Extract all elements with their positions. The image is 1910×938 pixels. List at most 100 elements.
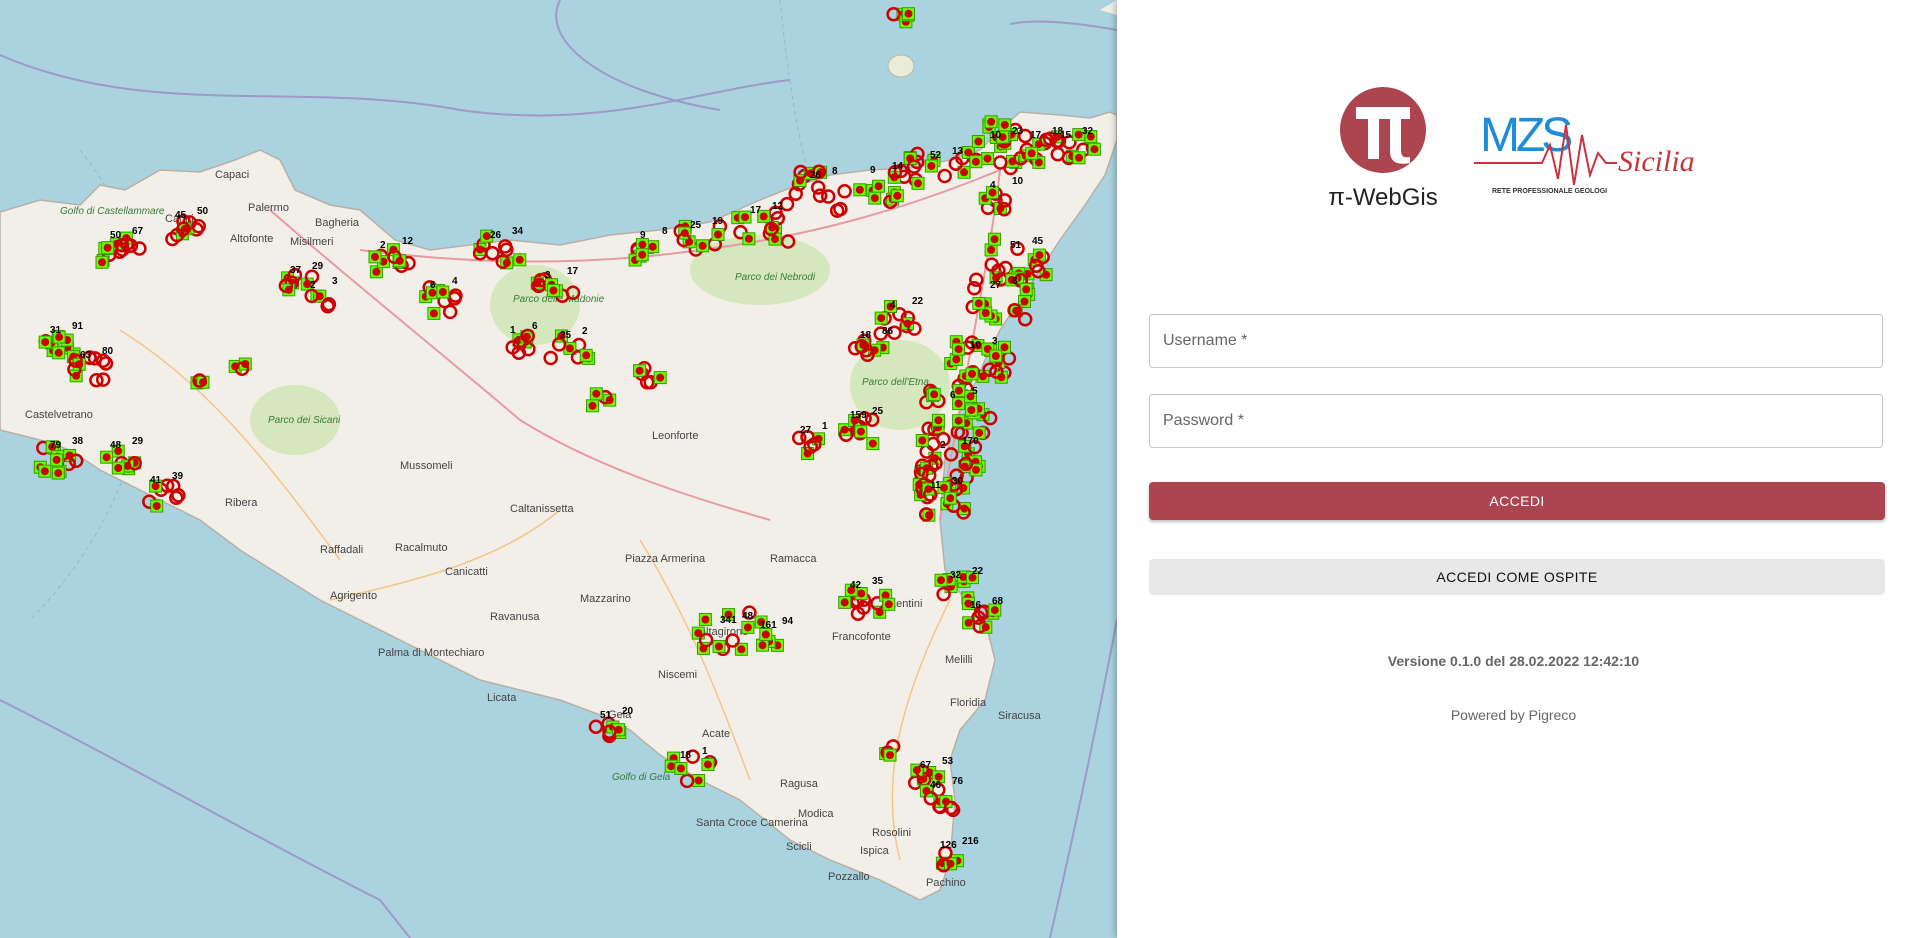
point-marker-dot — [1027, 149, 1036, 158]
cluster-count: 2 — [310, 280, 316, 291]
point-marker-dot — [429, 309, 438, 318]
cluster-count: 11 — [930, 480, 941, 491]
cluster-count: 53 — [942, 756, 954, 767]
cluster-count: 6 — [430, 280, 436, 291]
point-marker-dot — [954, 399, 963, 408]
point-marker-dot — [870, 194, 879, 203]
gulf-label: Golfo di Gela — [612, 772, 671, 783]
point-marker-dot — [930, 390, 939, 399]
cluster-count: 22 — [972, 566, 984, 577]
place-label: Santa Croce Camerina — [696, 817, 809, 829]
cluster-count: 126 — [940, 840, 957, 851]
map-canvas[interactable]: Palermo Bagheria Misilmeri Altofonte Cap… — [0, 0, 1117, 938]
point-marker-dot — [715, 642, 723, 651]
point-marker-dot — [103, 243, 112, 252]
login-button[interactable]: ACCEDI — [1149, 482, 1885, 520]
cluster-count: 10 — [990, 130, 1002, 141]
username-field[interactable]: Username * — [1149, 314, 1883, 368]
point-marker-dot — [703, 760, 712, 769]
place-label: Floridia — [950, 697, 987, 709]
point-marker-dot — [960, 168, 969, 177]
cluster-count: 341 — [720, 615, 737, 626]
place-label: Leonforte — [652, 430, 698, 442]
point-marker-dot — [372, 267, 381, 276]
point-marker-dot — [946, 494, 955, 503]
cluster-count: 1 — [510, 325, 516, 336]
point-marker-dot — [565, 344, 574, 353]
cluster-count: 10 — [970, 340, 982, 351]
point-marker-dot — [918, 436, 927, 445]
cluster-count: 86 — [882, 326, 894, 337]
cluster-count: 3 — [332, 276, 338, 287]
map-view[interactable]: Palermo Bagheria Misilmeri Altofonte Cap… — [0, 0, 1117, 938]
region-name: Sicilia — [1618, 145, 1695, 178]
cluster-count: 12 — [772, 201, 784, 212]
place-label: Ramacca — [770, 553, 817, 565]
cluster-count: 45 — [1032, 236, 1044, 247]
cluster-count: 9 — [640, 230, 646, 241]
point-marker-dot — [974, 137, 983, 146]
point-marker-dot — [937, 576, 945, 585]
point-marker-dot — [968, 369, 976, 378]
password-input[interactable] — [1150, 395, 1882, 447]
place-label: Siracusa — [998, 710, 1042, 722]
point-marker-dot — [102, 453, 111, 462]
cluster-count: 79 — [50, 440, 62, 451]
point-marker-dot — [914, 179, 922, 188]
point-marker-dot — [927, 162, 936, 170]
cluster-count: 1 — [702, 746, 708, 757]
point-marker-dot — [41, 338, 50, 347]
point-marker-dot — [964, 618, 973, 627]
point-marker-dot — [971, 157, 980, 166]
cluster-count: 16 — [970, 600, 982, 611]
cluster-count: 94 — [782, 616, 794, 627]
place-label: Niscemi — [658, 669, 697, 681]
cluster-count: 9 — [870, 165, 876, 176]
point-marker-dot — [874, 182, 883, 191]
cluster-count: 91 — [72, 321, 84, 332]
park-label: Parco dell'Etna — [862, 377, 929, 388]
point-marker-dot — [758, 641, 767, 650]
cluster-count: 41 — [150, 475, 162, 486]
point-marker-dot — [676, 764, 685, 773]
username-input[interactable] — [1150, 315, 1882, 367]
place-label: Mazzarino — [580, 593, 631, 605]
point-marker-dot — [868, 439, 877, 448]
point-marker-dot — [952, 355, 961, 364]
powered-by-text: Powered by Pigreco — [1450, 707, 1577, 723]
point-marker-dot — [855, 185, 864, 194]
point-marker-dot — [987, 117, 996, 126]
logo-tagline: RETE PROFESSIONALE GEOLOGI — [1492, 188, 1607, 195]
cluster-count: 25 — [690, 220, 702, 231]
cluster-count: 63 — [80, 350, 92, 361]
guest-login-button[interactable]: ACCEDI COME OSPITE — [1149, 559, 1885, 595]
point-marker-dot — [877, 314, 886, 323]
point-marker-dot — [54, 348, 63, 357]
point-marker-dot — [438, 288, 447, 296]
cluster-count: 15 — [1060, 130, 1072, 141]
point-marker-dot — [698, 241, 707, 250]
mzs-letters: MZS — [1480, 109, 1571, 162]
point-marker-dot — [701, 615, 710, 624]
point-marker-dot — [967, 406, 976, 414]
cluster-count: 29 — [312, 261, 324, 272]
point-marker-dot — [667, 762, 676, 771]
cluster-count: 2 — [380, 240, 386, 251]
place-label: Ragusa — [780, 778, 819, 790]
password-field[interactable]: Password * — [1149, 394, 1883, 448]
cluster-count: 42 — [850, 580, 862, 591]
point-marker-dot — [954, 345, 963, 354]
place-label: Pachino — [926, 877, 966, 889]
place-label: Francofonte — [832, 631, 891, 643]
point-marker-dot — [771, 235, 779, 244]
point-marker-dot — [635, 366, 644, 375]
point-marker-dot — [884, 600, 893, 609]
place-label: Misilmeri — [290, 236, 333, 248]
point-marker-dot — [371, 252, 379, 261]
place-label: Scicli — [786, 841, 812, 853]
cluster-count: 17 — [1030, 130, 1042, 141]
cluster-count: 32 — [950, 570, 962, 581]
point-marker-dot — [761, 630, 770, 639]
gulf-label: Golfo di Castellammare — [60, 206, 165, 217]
point-marker-dot — [893, 191, 902, 200]
